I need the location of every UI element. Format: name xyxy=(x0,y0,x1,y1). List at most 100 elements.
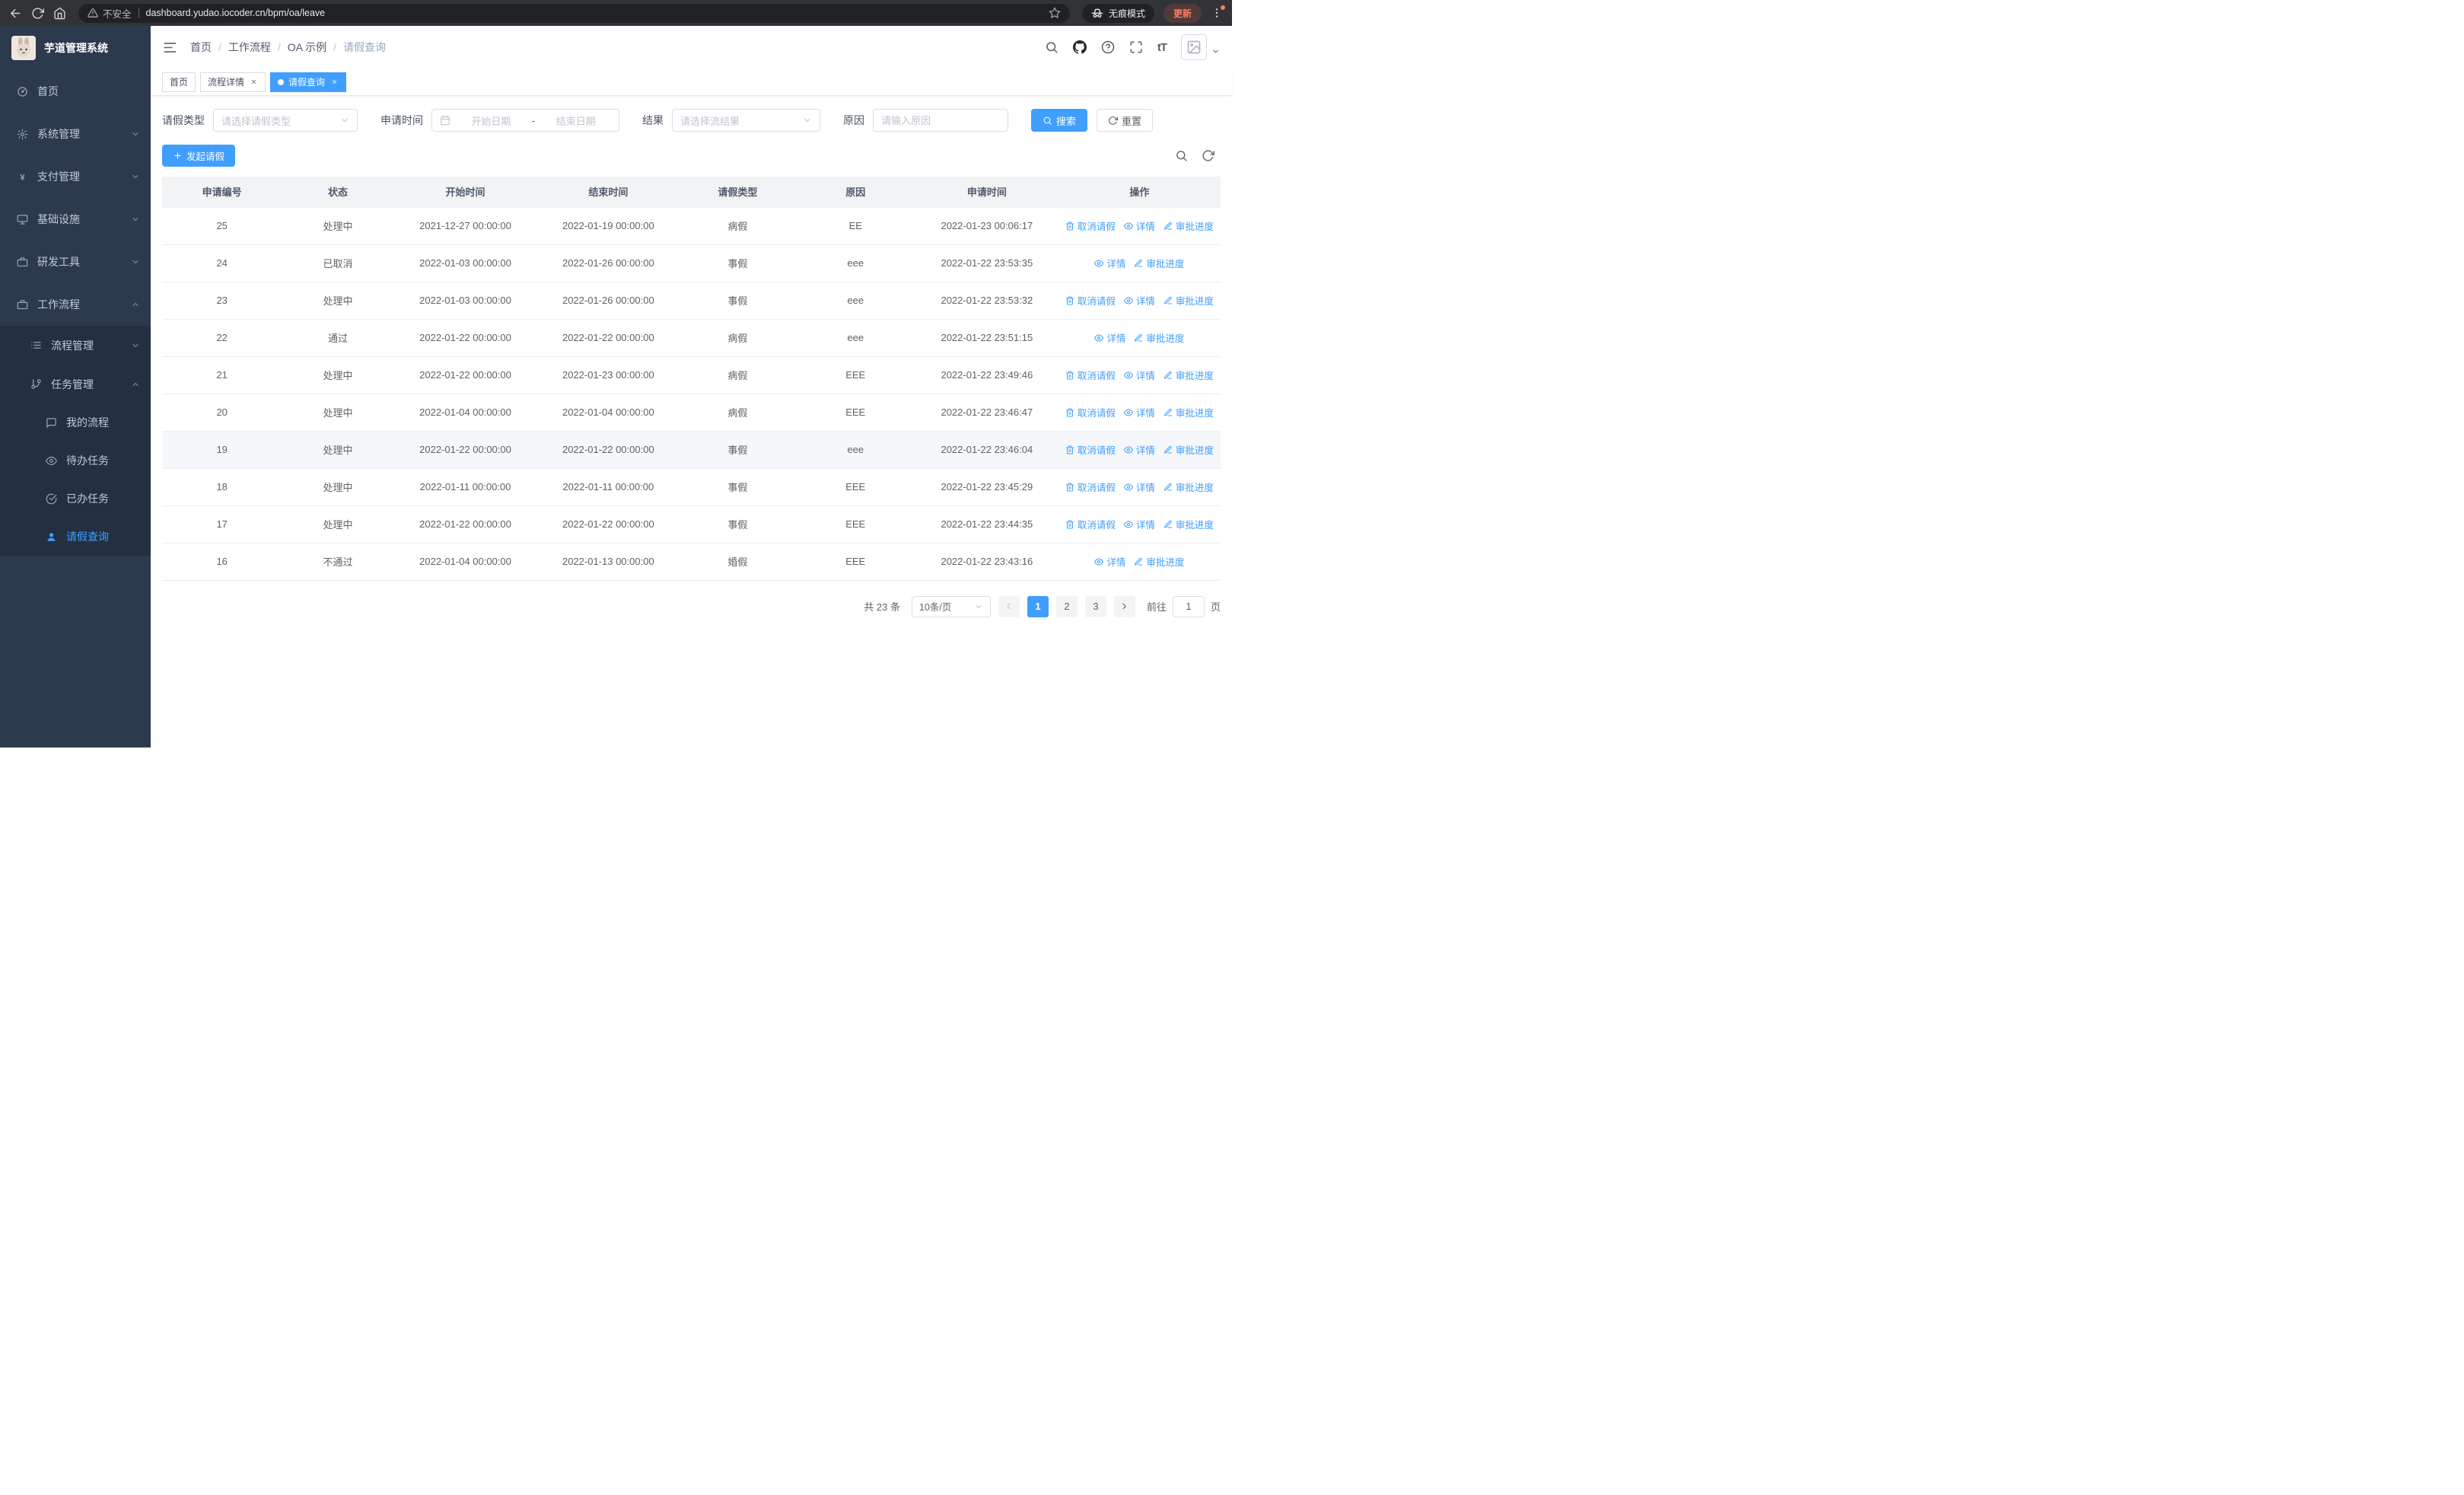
table-row[interactable]: 25 处理中 2021-12-27 00:00:00 2022-01-19 00… xyxy=(162,207,1221,245)
browser-back-icon[interactable] xyxy=(9,7,22,20)
address-bar[interactable]: 不安全 dashboard.yudao.iocoder.cn/bpm/oa/le… xyxy=(78,3,1070,23)
eye-icon xyxy=(1123,371,1133,380)
sidebar-toggle-icon[interactable] xyxy=(163,40,177,55)
table-row[interactable]: 18 处理中 2022-01-11 00:00:00 2022-01-11 00… xyxy=(162,468,1221,506)
tab-process-detail[interactable]: 流程详情 xyxy=(200,72,266,92)
approval-progress-link[interactable]: 审批进度 xyxy=(1134,554,1184,569)
sidebar-item-infrastructure[interactable]: 基础设施 xyxy=(0,198,151,241)
detail-link[interactable]: 详情 xyxy=(1123,480,1155,494)
fullscreen-icon[interactable] xyxy=(1129,40,1143,54)
table-row[interactable]: 17 处理中 2022-01-22 00:00:00 2022-01-22 00… xyxy=(162,505,1221,543)
eye-icon xyxy=(1094,333,1104,343)
cancel-leave-link[interactable]: 取消请假 xyxy=(1065,293,1116,308)
detail-link[interactable]: 详情 xyxy=(1123,218,1155,233)
browser-update-button[interactable]: 更新 xyxy=(1163,3,1202,23)
reason-input[interactable] xyxy=(873,109,1008,132)
approval-progress-link[interactable]: 审批进度 xyxy=(1134,256,1184,270)
table-row[interactable]: 22 通过 2022-01-22 00:00:00 2022-01-22 00:… xyxy=(162,319,1221,357)
page-button-1[interactable]: 1 xyxy=(1027,595,1049,617)
sidebar-item-done-tasks[interactable]: 已办任务 xyxy=(0,480,151,518)
user-avatar-menu[interactable] xyxy=(1181,34,1220,60)
tab-home[interactable]: 首页 xyxy=(162,72,196,92)
sidebar-item-task-management[interactable]: 任务管理 xyxy=(0,365,151,403)
detail-link[interactable]: 详情 xyxy=(1094,256,1125,270)
prev-page-button[interactable] xyxy=(998,595,1020,617)
sidebar-item-todo-tasks[interactable]: 待办任务 xyxy=(0,441,151,480)
sidebar-item-process-management[interactable]: 流程管理 xyxy=(0,326,151,365)
font-size-icon[interactable]: tT xyxy=(1157,41,1167,54)
close-icon[interactable] xyxy=(249,78,258,87)
breadcrumb-item[interactable]: 首页 xyxy=(190,40,212,55)
cancel-leave-link[interactable]: 取消请假 xyxy=(1065,405,1116,419)
next-page-button[interactable] xyxy=(1113,595,1135,617)
cell-apply-time: 2022-01-22 23:43:16 xyxy=(915,543,1059,581)
approval-progress-link[interactable]: 审批进度 xyxy=(1164,405,1214,419)
table-row[interactable]: 19 处理中 2022-01-22 00:00:00 2022-01-22 00… xyxy=(162,431,1221,469)
detail-link[interactable]: 详情 xyxy=(1123,442,1155,457)
detail-link[interactable]: 详情 xyxy=(1094,330,1125,345)
browser-reload-icon[interactable] xyxy=(31,7,44,20)
detail-link[interactable]: 详情 xyxy=(1123,368,1155,382)
cancel-leave-link[interactable]: 取消请假 xyxy=(1065,517,1116,531)
toggle-search-icon[interactable] xyxy=(1175,149,1188,162)
approval-progress-link[interactable]: 审批进度 xyxy=(1164,293,1214,308)
approval-progress-link[interactable]: 审批进度 xyxy=(1164,442,1214,457)
approval-progress-link[interactable]: 审批进度 xyxy=(1164,480,1214,494)
approval-progress-link[interactable]: 审批进度 xyxy=(1164,368,1214,382)
app-logo[interactable]: 芋道管理系统 xyxy=(0,26,151,70)
browser-home-icon[interactable] xyxy=(53,7,66,20)
cell-operations: 取消请假 详情 审批进度 xyxy=(1058,431,1221,469)
table-row[interactable]: 21 处理中 2022-01-22 00:00:00 2022-01-23 00… xyxy=(162,356,1221,394)
detail-link[interactable]: 详情 xyxy=(1123,293,1155,308)
table-row[interactable]: 20 处理中 2022-01-04 00:00:00 2022-01-04 00… xyxy=(162,394,1221,432)
approval-progress-link[interactable]: 审批进度 xyxy=(1164,218,1214,233)
cancel-leave-link[interactable]: 取消请假 xyxy=(1065,368,1116,382)
refresh-table-icon[interactable] xyxy=(1202,149,1214,162)
page-button-3[interactable]: 3 xyxy=(1084,595,1106,617)
github-icon[interactable] xyxy=(1072,40,1087,54)
create-leave-button[interactable]: 发起请假 xyxy=(162,145,236,167)
approval-progress-link[interactable]: 审批进度 xyxy=(1134,330,1184,345)
sidebar-item-dev-tools[interactable]: 研发工具 xyxy=(0,241,151,283)
page-size-select[interactable]: 10条/页 xyxy=(911,595,991,617)
sidebar-item-home[interactable]: 首页 xyxy=(0,70,151,113)
page-button-2[interactable]: 2 xyxy=(1055,595,1078,617)
sidebar-item-system-management[interactable]: 系统管理 xyxy=(0,113,151,155)
breadcrumb-item[interactable]: 工作流程 xyxy=(228,40,271,55)
result-select[interactable]: 请选择流结果 xyxy=(672,109,820,132)
apply-time-range-picker[interactable]: 开始日期 - 结束日期 xyxy=(431,109,619,132)
column-header-reason: 原因 xyxy=(795,177,915,208)
tab-leave-query[interactable]: 请假查询 xyxy=(270,72,347,92)
table-row[interactable]: 24 已取消 2022-01-03 00:00:00 2022-01-26 00… xyxy=(162,244,1221,282)
chevron-down-icon xyxy=(131,341,140,350)
breadcrumb-item[interactable]: OA 示例 xyxy=(288,40,326,55)
sidebar-item-payment-management[interactable]: ¥ 支付管理 xyxy=(0,155,151,198)
search-icon[interactable] xyxy=(1045,40,1059,54)
cell-start-time: 2022-01-04 00:00:00 xyxy=(393,394,537,432)
reset-button[interactable]: 重置 xyxy=(1097,109,1154,132)
approval-progress-link[interactable]: 审批进度 xyxy=(1164,517,1214,531)
detail-link[interactable]: 详情 xyxy=(1094,554,1125,569)
browser-menu-icon[interactable] xyxy=(1211,5,1225,19)
detail-link[interactable]: 详情 xyxy=(1123,517,1155,531)
leave-type-select[interactable]: 请选择请假类型 xyxy=(213,109,358,132)
sidebar-item-my-process[interactable]: 我的流程 xyxy=(0,403,151,441)
help-icon[interactable] xyxy=(1101,40,1115,54)
table-row[interactable]: 23 处理中 2022-01-03 00:00:00 2022-01-26 00… xyxy=(162,282,1221,320)
chevron-down-icon xyxy=(131,215,140,224)
detail-link[interactable]: 详情 xyxy=(1123,405,1155,419)
cancel-leave-link[interactable]: 取消请假 xyxy=(1065,218,1116,233)
site-security-chip[interactable]: 不安全 xyxy=(88,6,132,21)
table-row[interactable]: 16 不通过 2022-01-04 00:00:00 2022-01-13 00… xyxy=(162,543,1221,581)
cell-apply-id: 17 xyxy=(162,505,282,543)
cancel-leave-link[interactable]: 取消请假 xyxy=(1065,480,1116,494)
security-label: 不安全 xyxy=(103,8,132,20)
sidebar-item-leave-query[interactable]: 请假查询 xyxy=(0,518,151,556)
close-icon[interactable] xyxy=(329,78,339,87)
search-button[interactable]: 搜索 xyxy=(1031,109,1088,132)
goto-page-input[interactable] xyxy=(1172,595,1205,617)
sidebar-item-workflow[interactable]: 工作流程 xyxy=(0,283,151,326)
cancel-leave-link[interactable]: 取消请假 xyxy=(1065,442,1116,457)
cell-end-time: 2022-01-22 00:00:00 xyxy=(536,319,680,357)
bookmark-star-icon[interactable] xyxy=(1049,7,1061,19)
